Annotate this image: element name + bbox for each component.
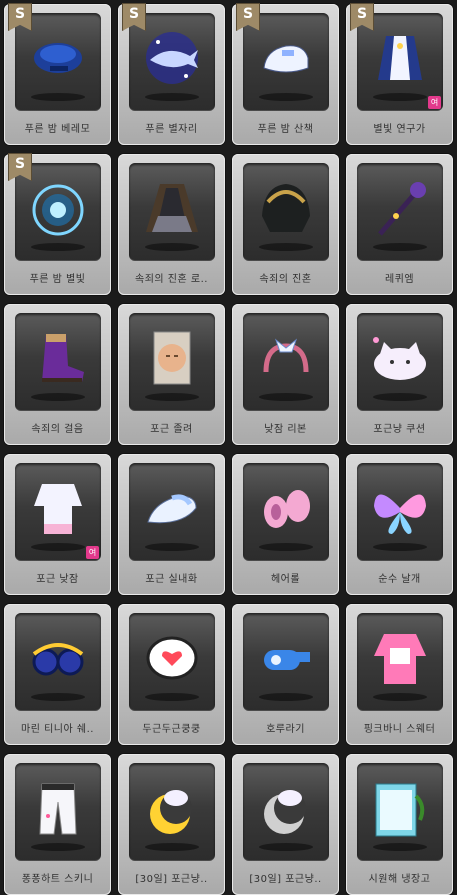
hair-roller-icon <box>252 476 320 538</box>
item-label: 포근 낮잠 <box>36 574 79 585</box>
cat-moon-gold-icon <box>138 776 206 838</box>
item-card[interactable]: S 푸른 밤 베레모 <box>4 3 111 145</box>
item-card[interactable]: S 푸른 밤 산책 <box>232 3 339 145</box>
item-label: 낮잠 리본 <box>264 424 307 435</box>
item-label: 호루라기 <box>266 724 305 735</box>
item-label: [30일] 포근냥.. <box>135 874 208 885</box>
item-label: 두근두근쿵쿵 <box>142 724 201 735</box>
dark-helm-icon <box>252 176 320 238</box>
item-card[interactable]: 호루라기 <box>232 604 339 745</box>
item-card[interactable]: 레퀴엠 <box>346 154 453 295</box>
item-label: 푸른 밤 별빛 <box>29 274 86 285</box>
white-shoes-icon <box>252 26 320 88</box>
item-grid: S 푸른 밤 베레모 S 푸른 별자리 S 푸른 밤 산책 S 여 별빛 연구가 S 푸른 밤 별빛… <box>0 0 457 895</box>
item-label: 푸른 밤 산책 <box>257 124 314 135</box>
item-card[interactable]: 포근 실내화 <box>118 454 225 595</box>
blue-goggles-icon <box>24 626 92 688</box>
pink-sweater-icon <box>366 626 434 688</box>
item-card[interactable]: 핑크바니 스웨터 <box>346 604 453 745</box>
item-card[interactable]: 시원해 냉장고 <box>346 754 453 895</box>
item-card[interactable]: [30일] 포근냥.. <box>118 754 225 895</box>
item-label: 속죄의 진혼 <box>259 274 312 285</box>
item-label: 속죄의 진혼 로.. <box>135 274 208 285</box>
item-label: 퐁퐁하트 스키니 <box>21 874 94 885</box>
item-card[interactable]: 두근두근쿵쿵 <box>118 604 225 745</box>
heart-pants-icon <box>24 776 92 838</box>
item-card[interactable]: 속죄의 진혼 로.. <box>118 154 225 295</box>
heart-bubble-icon <box>138 626 206 688</box>
pajama-icon <box>24 476 92 538</box>
item-card[interactable]: 퐁퐁하트 스키니 <box>4 754 111 895</box>
purple-boots-icon <box>24 326 92 388</box>
item-label: 포근 실내화 <box>145 574 198 585</box>
item-label: 마린 티니아 쉐.. <box>21 724 94 735</box>
item-card[interactable]: S 푸른 별자리 <box>118 3 225 145</box>
item-label: 핑크바니 스웨터 <box>363 724 436 735</box>
slippers-icon <box>138 476 206 538</box>
beret-icon <box>24 26 92 88</box>
item-card[interactable]: 속죄의 진혼 <box>232 154 339 295</box>
item-card[interactable]: 속죄의 걸음 <box>4 304 111 445</box>
item-label: 시원해 냉장고 <box>368 874 431 885</box>
item-card[interactable]: S 푸른 밤 별빛 <box>4 153 111 295</box>
item-label: 별빛 연구가 <box>373 124 426 135</box>
cat-cushion-icon <box>366 326 434 388</box>
item-label: 포근냥 쿠션 <box>373 424 426 435</box>
item-label: [30일] 포근냥.. <box>249 874 322 885</box>
item-label: 헤어롤 <box>270 574 301 585</box>
item-card[interactable]: 헤어롤 <box>232 454 339 595</box>
sleepy-face-icon <box>138 326 206 388</box>
starlight-outfit-icon <box>366 26 434 88</box>
item-label: 포근 졸려 <box>150 424 193 435</box>
item-label: 푸른 밤 베레모 <box>24 124 91 135</box>
constellation-whale-icon <box>138 26 206 88</box>
item-card[interactable]: 마린 티니아 쉐.. <box>4 604 111 745</box>
item-card[interactable]: 낮잠 리본 <box>232 304 339 445</box>
item-label: 순수 날개 <box>378 574 421 585</box>
item-label: 푸른 별자리 <box>145 124 198 135</box>
item-label: 속죄의 걸음 <box>31 424 84 435</box>
item-card[interactable]: [30일] 포근냥.. <box>232 754 339 895</box>
ribbon-headband-icon <box>252 326 320 388</box>
item-card[interactable]: 여포근 낮잠 <box>4 454 111 595</box>
female-badge: 여 <box>86 546 99 559</box>
whistle-icon <box>252 626 320 688</box>
female-badge: 여 <box>428 96 441 109</box>
fairy-wings-icon <box>366 476 434 538</box>
item-card[interactable]: S 여 별빛 연구가 <box>346 3 453 145</box>
magic-circle-icon <box>24 176 92 238</box>
dark-staff-icon <box>366 176 434 238</box>
item-label: 레퀴엠 <box>384 274 415 285</box>
fridge-icon <box>366 776 434 838</box>
dark-robe-icon <box>138 176 206 238</box>
item-card[interactable]: 포근 졸려 <box>118 304 225 445</box>
item-card[interactable]: 포근냥 쿠션 <box>346 304 453 445</box>
cat-moon-silver-icon <box>252 776 320 838</box>
item-card[interactable]: 순수 날개 <box>346 454 453 595</box>
